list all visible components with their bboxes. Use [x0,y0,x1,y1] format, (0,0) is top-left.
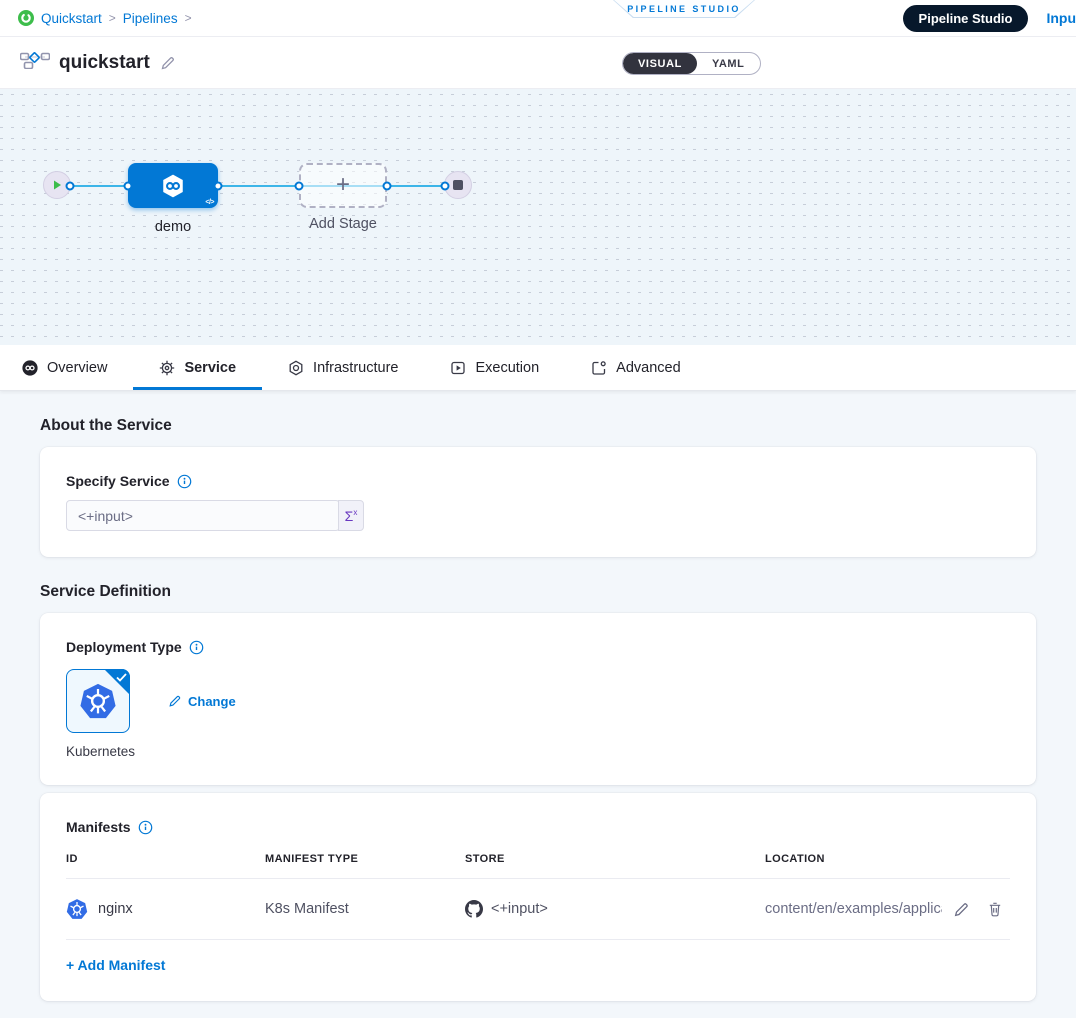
tab-service-label: Service [184,360,236,376]
breadcrumb-separator: > [185,11,192,25]
stage-name-label: demo [128,219,218,235]
connector-dot[interactable] [66,182,75,191]
github-icon [465,900,483,918]
tab-overview-label: Overview [47,360,107,376]
runtime-input-sigma-button[interactable]: Σx [338,500,364,531]
column-store: STORE [465,853,765,865]
specify-service-card: Specify Service Σx [40,447,1036,557]
manifest-table-row: nginx K8s Manifest <+input> content/en/e… [66,879,1010,940]
delete-manifest-button[interactable] [980,899,1010,919]
connector-dot[interactable] [441,182,450,191]
column-location: LOCATION [765,853,942,865]
kubernetes-tile-caption: Kubernetes [66,744,1010,759]
edit-manifest-button[interactable] [942,899,980,920]
manifests-card: Manifests ID MANIFEST TYPE STORE LOCATIO… [40,793,1036,1001]
check-icon [116,673,127,682]
deployment-type-label: Deployment Type [66,639,182,655]
input-sets-link[interactable]: Inpu [1046,10,1076,26]
breadcrumb: Quickstart > Pipelines > [18,10,192,26]
stop-icon [453,180,463,190]
pipeline-canvas[interactable]: </> + demo Add Stage [0,89,1076,345]
tab-advanced[interactable]: Advanced [565,345,707,390]
visual-toggle-button[interactable]: VISUAL [623,53,697,74]
pipeline-studio-ribbon: PIPELINE STUDIO [613,0,755,18]
connector-dot[interactable] [383,182,392,191]
connector-dot[interactable] [124,182,133,191]
tab-advanced-label: Advanced [616,360,681,376]
gear-icon [159,360,175,376]
info-icon[interactable] [138,820,153,835]
pencil-icon [953,901,970,918]
visual-yaml-toggle: VISUAL YAML [622,52,761,75]
add-stage-label: Add Stage [290,216,396,232]
connector-dot[interactable] [214,182,223,191]
trash-icon [987,901,1003,917]
stage-code-icon: </> [205,199,214,206]
title-bar: quickstart VISUAL YAML [0,37,1076,89]
specify-service-label: Specify Service [66,473,170,489]
breadcrumb-pipelines[interactable]: Pipelines [123,11,178,26]
service-definition-heading: Service Definition [40,583,1036,601]
manifests-label: Manifests [66,819,131,835]
info-icon[interactable] [177,474,192,489]
edit-pipeline-name-icon[interactable] [160,55,176,71]
top-bar: Quickstart > Pipelines > PIPELINE STUDIO… [0,0,1076,37]
tab-service[interactable]: Service [133,345,262,390]
tab-execution[interactable]: Execution [424,345,565,390]
overview-pipeline-icon [22,360,38,376]
kubernetes-icon [66,898,88,920]
advanced-icon [591,360,607,376]
manifest-table-header: ID MANIFEST TYPE STORE LOCATION [66,853,1010,879]
plus-icon: + [336,173,350,197]
about-service-heading: About the Service [40,417,1036,435]
service-tab-content: About the Service Specify Service Σx Ser… [0,391,1076,1018]
tab-overview[interactable]: Overview [10,345,133,390]
change-deployment-type-link[interactable]: Change [168,694,236,709]
deploy-stage-hexagon-icon [160,173,186,199]
add-stage-button[interactable]: + [299,163,387,208]
stage-tab-bar: Overview Service Infrastructure Executio… [0,345,1076,391]
change-label: Change [188,694,236,709]
breadcrumb-separator: > [109,11,116,25]
info-icon[interactable] [189,640,204,655]
tab-infrastructure-label: Infrastructure [313,360,398,376]
infrastructure-hexagon-icon [288,360,304,376]
column-id: ID [66,853,265,865]
column-manifest-type: MANIFEST TYPE [265,853,465,865]
specify-service-input[interactable] [66,500,340,531]
pipeline-studio-ribbon-label: PIPELINE STUDIO [627,4,741,14]
tab-infrastructure[interactable]: Infrastructure [262,345,424,390]
connector-dot[interactable] [295,182,304,191]
manifest-store-value: <+input> [491,901,548,917]
deployment-type-card: Deployment Type Change Kubernetes [40,613,1036,785]
harness-logo-icon [18,10,34,26]
manifest-type-value: K8s Manifest [265,901,465,917]
yaml-toggle-button[interactable]: YAML [697,53,760,74]
add-manifest-link[interactable]: + Add Manifest [66,957,165,973]
kubernetes-deployment-tile[interactable] [66,669,130,733]
manifest-id-value: nginx [98,901,133,917]
pipeline-name-title: quickstart [59,52,150,74]
pencil-icon [168,694,182,708]
kubernetes-icon [79,682,117,720]
breadcrumb-quickstart[interactable]: Quickstart [41,11,102,26]
execution-play-icon [450,360,466,376]
tab-execution-label: Execution [475,360,539,376]
play-icon [51,179,63,191]
pipeline-diagram-icon [20,51,50,74]
pipeline-studio-button[interactable]: Pipeline Studio [903,5,1029,32]
stage-node-demo[interactable]: </> [128,163,218,208]
manifest-location-value: content/en/examples/applicat [765,901,942,917]
